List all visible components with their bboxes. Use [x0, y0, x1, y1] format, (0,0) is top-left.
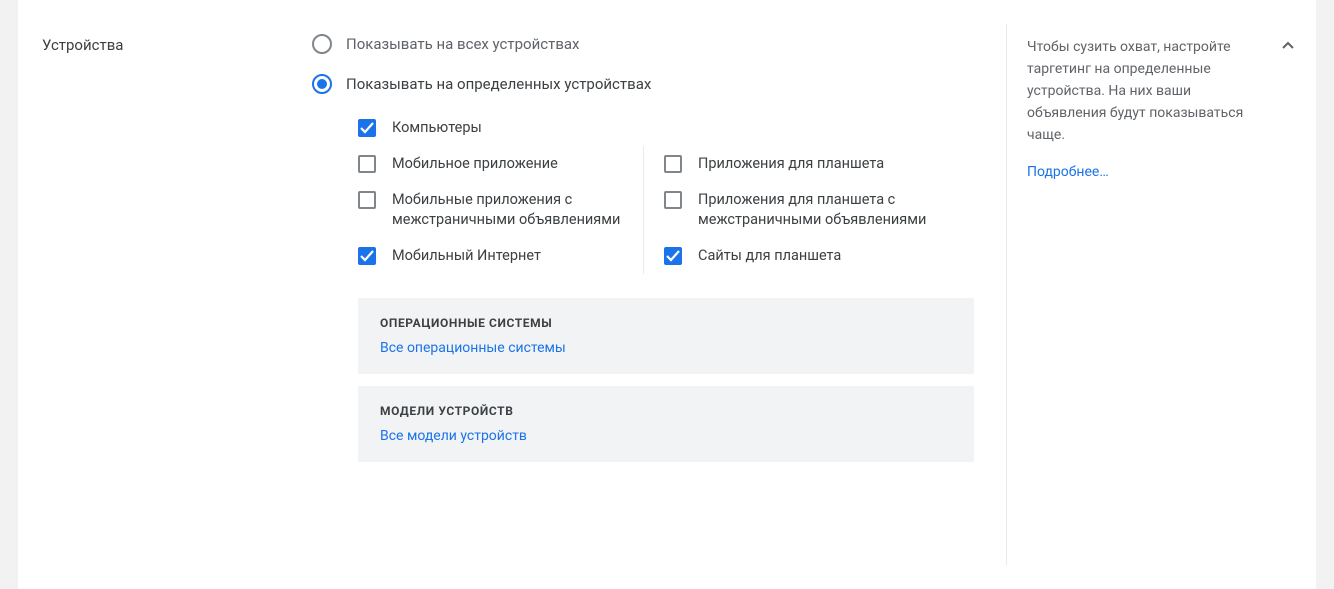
radio-all-label: Показывать на всех устройствах	[346, 35, 580, 53]
radio-on-icon	[312, 74, 332, 94]
checkbox-tablet-sites[interactable]: Сайты для планшета	[664, 238, 974, 274]
checkbox-on-icon	[664, 247, 682, 265]
checkbox-label: Приложения для планшета с межстраничными…	[698, 190, 974, 230]
checkbox-mobile-web[interactable]: Мобильный Интернет	[358, 238, 623, 274]
os-box-link[interactable]: Все операционные системы	[380, 340, 952, 356]
checkbox-off-icon	[664, 191, 682, 209]
checkbox-mobile-app[interactable]: Мобильное приложение	[358, 146, 623, 182]
checkbox-computers[interactable]: Компьютеры	[358, 110, 974, 146]
checkbox-label: Компьютеры	[392, 118, 482, 138]
radio-all-devices[interactable]: Показывать на всех устройствах	[312, 24, 974, 64]
help-text: Чтобы сузить охват, настройте таргетинг …	[1027, 36, 1260, 146]
chevron-up-icon	[1278, 36, 1298, 56]
learn-more-link[interactable]: Подробнее…	[1027, 164, 1109, 180]
checkbox-tablet-app[interactable]: Приложения для планшета	[664, 146, 974, 182]
models-box-link[interactable]: Все модели устройств	[380, 428, 952, 444]
section-title: Устройства	[42, 36, 312, 54]
checkbox-label: Сайты для планшета	[698, 246, 841, 266]
checkbox-label: Мобильный Интернет	[392, 246, 541, 266]
collapse-button[interactable]	[1278, 36, 1298, 60]
checkbox-label: Приложения для планшета	[698, 154, 884, 174]
checkbox-label: Мобильные приложения с межстраничными об…	[392, 190, 623, 230]
radio-specific-label: Показывать на определенных устройствах	[346, 75, 651, 93]
models-box-title: МОДЕЛИ УСТРОЙСТВ	[380, 404, 952, 418]
checkbox-mobile-interstitial[interactable]: Мобильные приложения с межстраничными об…	[358, 182, 623, 238]
checkbox-off-icon	[358, 155, 376, 173]
checkbox-on-icon	[358, 119, 376, 137]
os-box-title: ОПЕРАЦИОННЫЕ СИСТЕМЫ	[380, 316, 952, 330]
radio-off-icon	[312, 34, 332, 54]
checkbox-on-icon	[358, 247, 376, 265]
checkbox-tablet-interstitial[interactable]: Приложения для планшета с межстраничными…	[664, 182, 974, 238]
checkbox-off-icon	[358, 191, 376, 209]
radio-specific-devices[interactable]: Показывать на определенных устройствах	[312, 64, 974, 104]
checkbox-off-icon	[664, 155, 682, 173]
operating-systems-box[interactable]: ОПЕРАЦИОННЫЕ СИСТЕМЫ Все операционные си…	[358, 298, 974, 374]
device-models-box[interactable]: МОДЕЛИ УСТРОЙСТВ Все модели устройств	[358, 386, 974, 462]
checkbox-label: Мобильное приложение	[392, 154, 558, 174]
